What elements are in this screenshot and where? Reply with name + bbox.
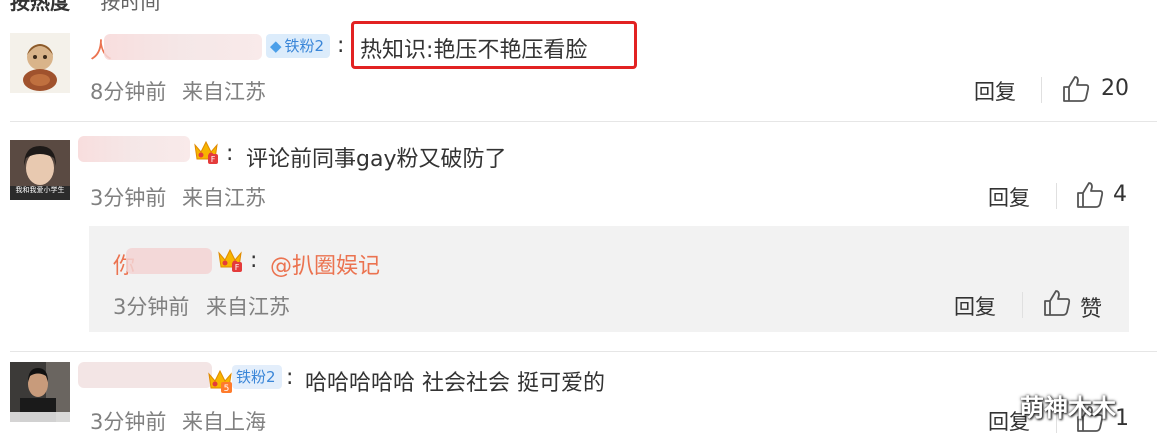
- comment-time: 3分钟前: [90, 410, 167, 434]
- reply-button[interactable]: 回复: [954, 291, 996, 321]
- like-count: 1: [1115, 406, 1129, 431]
- reply-button[interactable]: 回复: [988, 182, 1030, 212]
- comment-location: 来自江苏: [182, 80, 266, 104]
- comment-time: 8分钟前: [90, 80, 167, 104]
- like-label[interactable]: 赞: [1080, 291, 1102, 323]
- divider: [10, 121, 1157, 122]
- crown-icon: F: [216, 245, 244, 277]
- reply-time: 3分钟前: [113, 295, 190, 319]
- tab-hot[interactable]: 按热度: [10, 0, 70, 14]
- username-blurred[interactable]: [78, 136, 190, 162]
- username-blurred[interactable]: [78, 362, 212, 388]
- thumbs-up-icon[interactable]: [1042, 288, 1072, 322]
- diamond-icon: ◆: [270, 37, 282, 55]
- username-blurred[interactable]: [104, 34, 262, 60]
- reply-button[interactable]: 回复: [974, 76, 1016, 106]
- avatar[interactable]: [10, 362, 70, 422]
- colon: :: [337, 33, 345, 58]
- tab-time[interactable]: 按时间: [100, 0, 160, 14]
- fan-badge[interactable]: 铁粉2: [232, 365, 282, 389]
- colon: :: [250, 248, 258, 273]
- colon: :: [286, 365, 294, 390]
- avatar[interactable]: 我和我爱小学生: [10, 140, 70, 200]
- crown-level: 5: [224, 384, 230, 394]
- separator: [1041, 77, 1042, 103]
- comment-text: 哈哈哈哈哈 社会社会 挺可爱的: [305, 371, 605, 396]
- comment-location: 来自上海: [182, 410, 266, 434]
- comment-time: 3分钟前: [90, 186, 167, 210]
- thumbs-up-icon[interactable]: [1075, 180, 1105, 214]
- fan-badge[interactable]: ◆ 铁粉2: [266, 34, 331, 58]
- crown-icon: 5: [206, 366, 234, 398]
- avatar-photo-image: 我和我爱小学生: [10, 140, 70, 200]
- avatar-photo-image: [10, 362, 70, 422]
- avatar[interactable]: [10, 33, 70, 93]
- svg-text:F: F: [235, 263, 240, 272]
- crown-icon: F: [192, 137, 220, 169]
- thumbs-up-icon[interactable]: [1061, 74, 1091, 108]
- comment-text: 热知识:艳压不艳压看脸: [360, 38, 588, 63]
- mention-link[interactable]: @扒圈娱记: [270, 248, 380, 280]
- like-count: 20: [1101, 76, 1129, 101]
- reply-location: 来自江苏: [206, 295, 290, 319]
- watermark: 萌神木木: [1020, 394, 1116, 422]
- colon: :: [226, 141, 234, 166]
- avatar-cartoon-image: [10, 33, 70, 93]
- divider: [10, 351, 1157, 352]
- comment-location: 来自江苏: [182, 186, 266, 210]
- svg-text:F: F: [211, 155, 216, 164]
- separator: [1056, 183, 1057, 209]
- username-blurred[interactable]: [126, 248, 212, 274]
- avatar-caption: 我和我爱小学生: [16, 185, 65, 194]
- separator: [1022, 292, 1023, 318]
- like-count: 4: [1113, 182, 1127, 207]
- sort-tabs: 按热度 按时间: [10, 0, 160, 15]
- comment-text: 评论前同事gay粉又破防了: [246, 147, 507, 172]
